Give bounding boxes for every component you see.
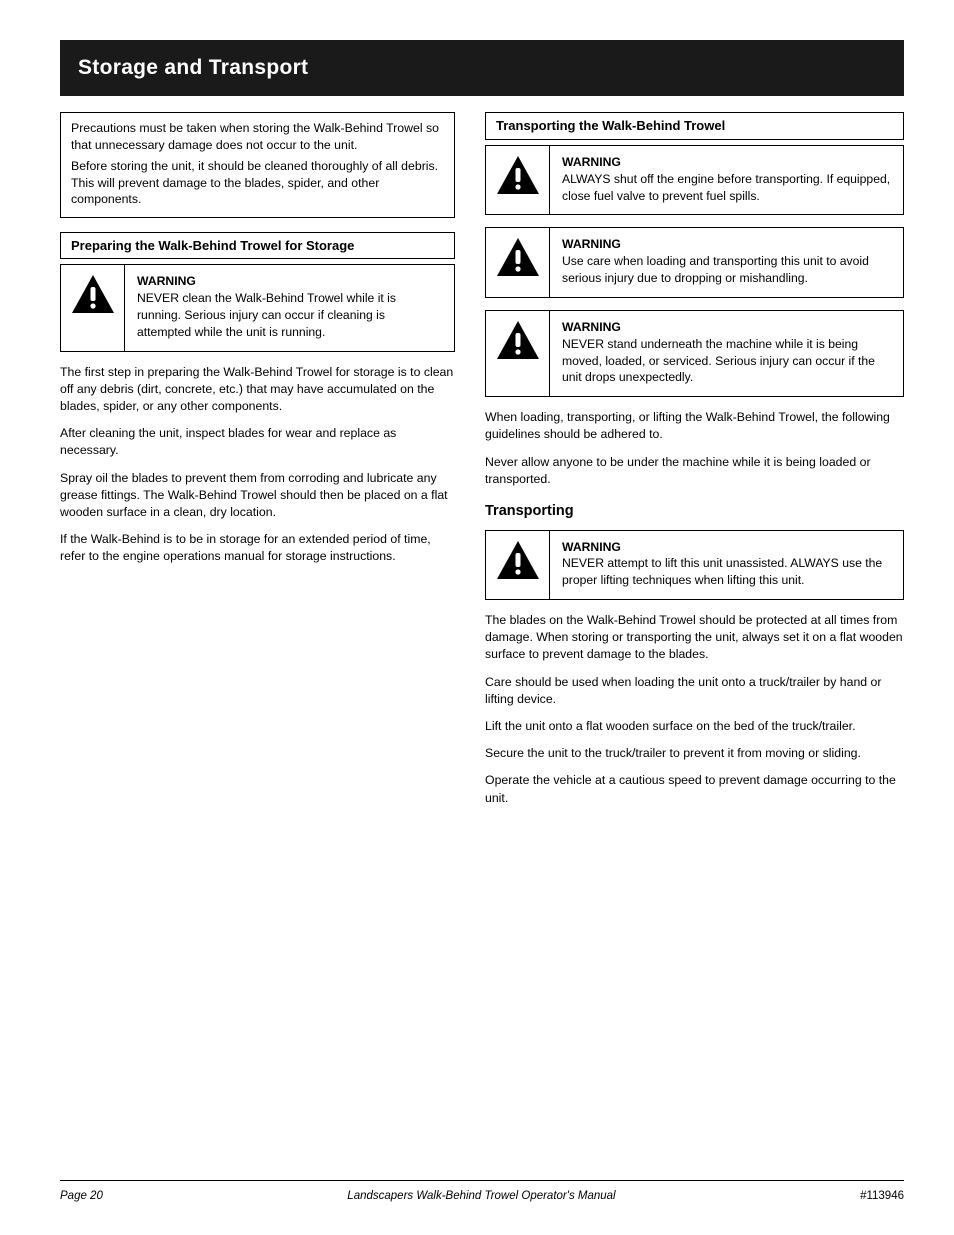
- warning-label: WARNING: [562, 320, 621, 334]
- warning-triangle-icon: [495, 154, 541, 196]
- footer-page-number: Page 20: [60, 1189, 103, 1205]
- transporting-body-text: The blades on the Walk-Behind Trowel sho…: [485, 612, 904, 807]
- storage-section-header: Preparing the Walk-Behind Trowel for Sto…: [60, 232, 455, 260]
- storage-body-text: The first step in preparing the Walk-Beh…: [60, 364, 455, 566]
- right-column: Transporting the Walk-Behind Trowel WARN…: [485, 112, 904, 817]
- intro-paragraph-1: Precautions must be taken when storing t…: [71, 120, 444, 153]
- warning-label: WARNING: [562, 540, 621, 554]
- warning-text-cell: WARNING Use care when loading and transp…: [550, 228, 903, 296]
- transporting-p3: Lift the unit onto a flat wooden surface…: [485, 718, 904, 735]
- warning-text: Use care when loading and transporting t…: [562, 253, 891, 287]
- warning-text: NEVER attempt to lift this unit unassist…: [562, 555, 891, 589]
- transport-intro-text: When loading, transporting, or lifting t…: [485, 409, 904, 488]
- storage-p2: After cleaning the unit, inspect blades …: [60, 425, 455, 459]
- warning-box-transport-2: WARNING Use care when loading and transp…: [485, 227, 904, 297]
- warning-triangle-icon: [495, 319, 541, 361]
- two-column-layout: Precautions must be taken when storing t…: [60, 112, 904, 817]
- transporting-p1: The blades on the Walk-Behind Trowel sho…: [485, 612, 904, 664]
- warning-text-cell: WARNING ALWAYS shut off the engine befor…: [550, 146, 903, 214]
- warning-box-transport-1: WARNING ALWAYS shut off the engine befor…: [485, 145, 904, 215]
- warning-box-transport-3: WARNING NEVER stand underneath the machi…: [485, 310, 904, 397]
- storage-p1: The first step in preparing the Walk-Beh…: [60, 364, 455, 416]
- intro-box: Precautions must be taken when storing t…: [60, 112, 455, 217]
- warning-text-cell: WARNING NEVER attempt to lift this unit …: [550, 531, 903, 599]
- transporting-p2: Care should be used when loading the uni…: [485, 674, 904, 708]
- warning-text-cell: WARNING NEVER clean the Walk-Behind Trow…: [125, 265, 454, 350]
- warning-text-cell: WARNING NEVER stand underneath the machi…: [550, 311, 903, 396]
- intro-paragraph-2: Before storing the unit, it should be cl…: [71, 158, 444, 207]
- warning-icon-cell: [486, 531, 550, 599]
- transporting-p5: Operate the vehicle at a cautious speed …: [485, 772, 904, 806]
- left-column: Precautions must be taken when storing t…: [60, 112, 455, 817]
- warning-label: WARNING: [562, 155, 621, 169]
- warning-icon-cell: [61, 265, 125, 350]
- warning-box-transport-4: WARNING NEVER attempt to lift this unit …: [485, 530, 904, 600]
- warning-text: ALWAYS shut off the engine before transp…: [562, 171, 891, 205]
- warning-triangle-icon: [495, 539, 541, 581]
- warning-text: NEVER clean the Walk-Behind Trowel while…: [137, 290, 442, 340]
- section-title: Storage and Transport: [78, 54, 886, 82]
- storage-p3: Spray oil the blades to prevent them fro…: [60, 470, 455, 522]
- warning-triangle-icon: [495, 236, 541, 278]
- warning-icon-cell: [486, 228, 550, 296]
- warning-label: WARNING: [562, 237, 621, 251]
- storage-p4: If the Walk-Behind is to be in storage f…: [60, 531, 455, 565]
- warning-text: NEVER stand underneath the machine while…: [562, 336, 891, 386]
- transport-p2: Never allow anyone to be under the machi…: [485, 454, 904, 488]
- transporting-p4: Secure the unit to the truck/trailer to …: [485, 745, 904, 762]
- warning-label: WARNING: [137, 274, 196, 288]
- section-title-bar: Storage and Transport: [60, 40, 904, 96]
- footer-doc-title: Landscapers Walk-Behind Trowel Operator'…: [347, 1189, 615, 1205]
- warning-icon-cell: [486, 146, 550, 214]
- transport-section-header: Transporting the Walk-Behind Trowel: [485, 112, 904, 140]
- transport-p1: When loading, transporting, or lifting t…: [485, 409, 904, 443]
- warning-box-storage: WARNING NEVER clean the Walk-Behind Trow…: [60, 264, 455, 351]
- transporting-subhead: Transporting: [485, 502, 904, 522]
- footer-ref-number: #113946: [860, 1189, 904, 1205]
- warning-triangle-icon: [70, 273, 116, 315]
- page-footer: Page 20 Landscapers Walk-Behind Trowel O…: [60, 1180, 904, 1205]
- warning-icon-cell: [486, 311, 550, 396]
